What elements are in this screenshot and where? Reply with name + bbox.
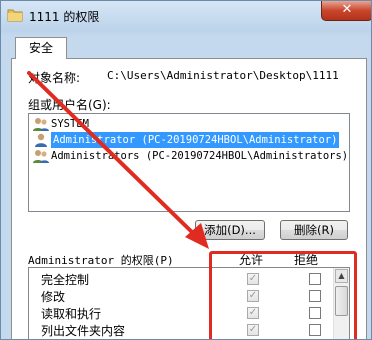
object-name-value: C:\Users\Administrator\Desktop\1111 [107,69,339,82]
add-button[interactable]: 添加(D)... [195,220,265,240]
window-title: 1111 的权限 [29,10,100,24]
users-list[interactable]: SYSTEM Administrator (PC-20190724HBOL\Ad… [28,113,350,212]
users-group-icon [33,118,49,131]
permission-name: 完全控制 [41,273,90,287]
user-name: Administrator (PC-20190724HBOL\Administr… [51,132,340,148]
user-name: SYSTEM [51,118,89,130]
title-bar: 1111 的权限 ✕ [1,1,371,33]
user-name: Administrators (PC-20190724HBOL\Administ… [51,150,349,162]
list-item-user[interactable]: SYSTEM [31,116,345,132]
permissions-dialog: 1111 的权限 ✕ 安全 对象名称: C:\Users\Administrat… [0,0,372,340]
tab-security[interactable]: 安全 [15,37,67,59]
permission-name: 修改 [41,290,66,304]
permission-name: 列出文件夹内容 [41,324,126,338]
list-item-user-selected[interactable]: Administrator (PC-20190724HBOL\Administr… [31,132,345,148]
permission-name: 读取和执行 [41,307,102,321]
user-icon [35,133,47,147]
group-label: 组或用户名(G): [28,98,111,112]
close-button[interactable]: ✕ [321,1,371,21]
object-name-label: 对象名称: [28,71,81,85]
annotation-highlight-box [209,251,357,339]
permissions-label: Administrator 的权限(P) [28,254,174,267]
remove-button[interactable]: 删除(R) [280,220,348,240]
folder-icon [7,9,23,22]
list-item-user[interactable]: Administrators (PC-20190724HBOL\Administ… [31,148,349,164]
users-group-icon [33,150,49,163]
